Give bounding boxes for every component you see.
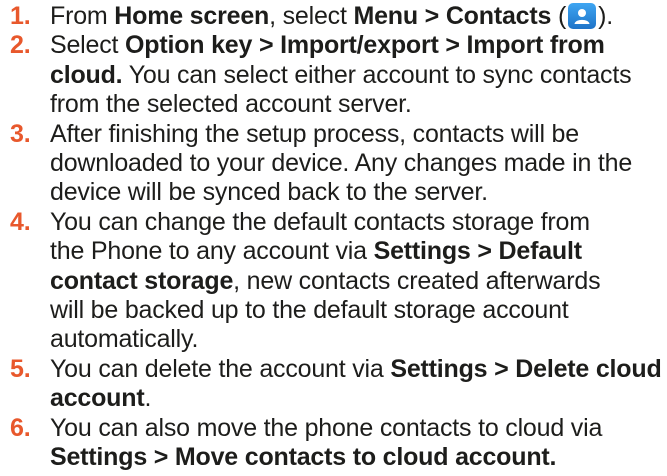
step-text: ( <box>551 2 567 30</box>
step-text: Select <box>50 31 126 60</box>
step-4: 4 You can change the default contacts st… <box>0 208 610 355</box>
steps-list: 1 From Home screen, select Menu > Contac… <box>0 2 667 473</box>
step-6: 6 You can also move the phone contacts t… <box>0 414 667 473</box>
step-1: 1 From Home screen, select Menu > Contac… <box>0 2 650 31</box>
step-number: 5 <box>10 355 30 384</box>
step-text: From <box>50 2 115 30</box>
contacts-app-icon <box>568 3 597 29</box>
step-number: 3 <box>10 120 30 149</box>
step-text: After finishing the setup process, conta… <box>50 119 633 207</box>
step-text: You can also move the phone contacts to … <box>50 413 603 442</box>
step-number: 6 <box>10 414 30 443</box>
step-text: ). <box>598 2 613 30</box>
step-text: You can select either account to sync co… <box>50 60 632 119</box>
step-emphasis: Home screen <box>114 2 270 30</box>
step-text: . <box>144 384 152 413</box>
instruction-page: 1 From Home screen, select Menu > Contac… <box>0 0 667 476</box>
step-number: 1 <box>10 2 30 31</box>
step-5: 5 You can delete the account via Setting… <box>0 355 665 414</box>
step-3: 3 After finishing the setup process, con… <box>0 120 665 208</box>
step-emphasis: Menu > Contacts <box>353 2 552 30</box>
step-2: 2 Select Option key > Import/export > Im… <box>0 31 640 119</box>
step-text: , select <box>269 2 354 30</box>
step-number: 2 <box>10 31 30 60</box>
step-number: 4 <box>10 208 30 237</box>
step-text: You can delete the account via <box>50 354 391 383</box>
step-emphasis: Settings > Move contacts to cloud accoun… <box>50 443 557 472</box>
